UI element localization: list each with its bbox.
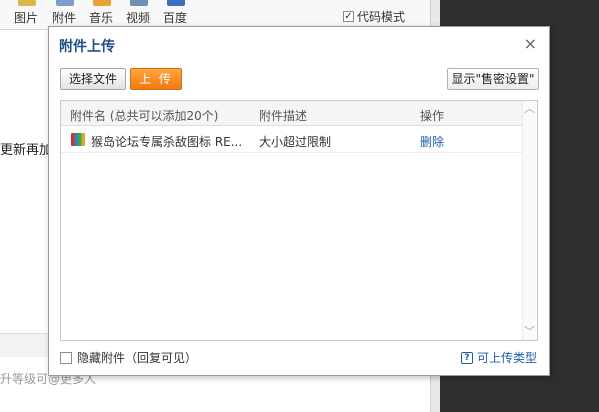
- close-icon[interactable]: ×: [524, 36, 537, 52]
- baidu-icon: [167, 0, 185, 6]
- column-header-description: 附件描述: [259, 109, 308, 123]
- hide-attachment-checkbox[interactable]: [60, 351, 72, 364]
- attachment-list-header: 附件名 (总共可以添加20个) 附件描述 操作: [61, 101, 523, 126]
- select-file-button[interactable]: 选择文件: [60, 68, 126, 90]
- toolbar-image-label: 图片: [14, 11, 39, 25]
- image-icon: [18, 0, 36, 6]
- code-mode-toggle[interactable]: ✓ 代码模式: [343, 8, 405, 25]
- column-header-action: 操作: [420, 109, 445, 123]
- help-icon: ?: [460, 351, 473, 364]
- hide-attachment-option[interactable]: 隐藏附件（回复可见）: [60, 349, 197, 366]
- video-icon: [130, 0, 148, 6]
- delete-attachment-link[interactable]: 删除: [420, 133, 444, 150]
- show-sale-settings-button[interactable]: 显示"售密设置": [447, 68, 539, 90]
- music-icon: [93, 0, 111, 6]
- toolbar-music-label: 音乐: [89, 11, 114, 25]
- upload-types-link[interactable]: ? 可上传类型: [460, 349, 537, 366]
- toolbar-image-button[interactable]: 图片: [14, 0, 40, 30]
- hide-attachment-label: 隐藏附件（回复可见）: [77, 351, 198, 365]
- toolbar-attachment-label: 附件: [52, 11, 77, 25]
- scroll-down-icon[interactable]: ﹀: [522, 324, 537, 340]
- attachment-row: 猴岛论坛专属杀敌图标 RE... 大小超过限制 删除: [61, 127, 523, 153]
- toolbar-baidu-label: 百度: [163, 11, 188, 25]
- attachment-list: 附件名 (总共可以添加20个) 附件描述 操作 猴岛论坛专属杀敌图标 RE...…: [60, 100, 538, 341]
- attachment-name: 猴岛论坛专属杀敌图标 RE...: [91, 135, 243, 149]
- editor-content-text: 更新再加: [0, 143, 53, 158]
- scroll-up-icon[interactable]: ︿: [522, 101, 537, 117]
- attachment-list-scrollbar[interactable]: ︿ ﹀: [522, 101, 537, 340]
- column-header-name: 附件名 (总共可以添加20个): [70, 109, 219, 123]
- attachment-upload-dialog: 附件上传 × 选择文件 上 传 显示"售密设置" 附件名 (总共可以添加20个)…: [48, 26, 550, 376]
- code-mode-label: 代码模式: [357, 10, 406, 24]
- upload-button[interactable]: 上 传: [130, 68, 182, 90]
- code-mode-checkbox[interactable]: ✓: [343, 11, 354, 22]
- toolbar-video-label: 视频: [126, 11, 151, 25]
- upload-types-label: 可上传类型: [476, 351, 537, 365]
- rar-file-icon: [71, 133, 85, 146]
- dialog-title: 附件上传: [59, 39, 115, 55]
- attachment-description: 大小超过限制: [259, 135, 332, 149]
- attachment-icon: [56, 0, 74, 6]
